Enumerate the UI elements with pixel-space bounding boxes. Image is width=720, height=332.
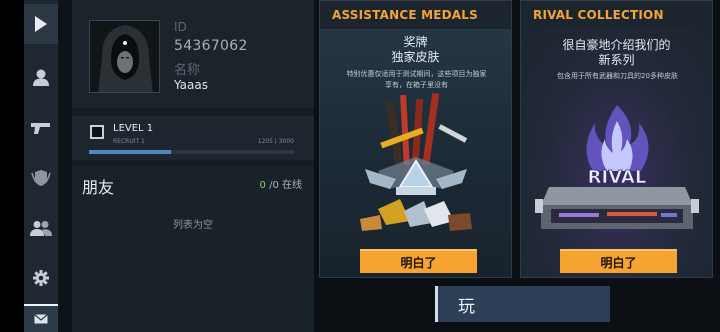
offer-heading-line1: 奖牌 [403, 35, 428, 49]
sidebar-item-play[interactable] [24, 4, 58, 44]
xp-text: 1205 | 3000 [257, 138, 294, 145]
offer-description-line2: 享有，在箱子里没有 [385, 81, 448, 89]
rival-logo-text: RIVAL [588, 167, 647, 188]
offer-card-rival-collection: RIVAL COLLECTION 很自豪地介绍我们的 新系列 包含用于所有武器和… [520, 0, 713, 278]
player-id: 54367062 [174, 38, 248, 54]
purple-flame-illustration [586, 105, 649, 171]
rival-case-artwork: RIVAL [535, 105, 699, 229]
hooded-figure-avatar [90, 21, 159, 92]
friends-icon [30, 221, 52, 236]
offer-heading-line2: 独家皮肤 [391, 50, 440, 64]
weapon-case [535, 187, 699, 229]
avatar[interactable] [89, 20, 160, 93]
profile-icon [33, 69, 49, 86]
sidebar-item-mail[interactable] [24, 304, 58, 332]
profile-panel: ID 54367062 名称 Yaaas LEVEL 1 RECRUIT 1 1… [72, 0, 314, 332]
rank-badge-icon [90, 125, 104, 139]
profile-card: ID 54367062 名称 Yaaas [72, 0, 314, 108]
sidebar-item-profile[interactable] [24, 57, 58, 97]
offer-heading-line2: 新系列 [598, 53, 635, 67]
offer-description-line1: 特别优惠仅适用于测试期间，这些项目为独家 [346, 70, 487, 78]
xp-bar-fill [89, 150, 172, 154]
player-name: Yaaas [174, 78, 208, 92]
sidebar-item-friends[interactable] [24, 208, 58, 248]
medal-stack [360, 199, 472, 231]
sidebar-item-clan[interactable] [24, 158, 58, 198]
play-icon [35, 16, 47, 32]
divider [58, 0, 72, 332]
got-it-button[interactable]: 明白了 [360, 249, 477, 273]
settings-icon [33, 270, 49, 286]
medal-emblem [365, 157, 467, 195]
medal-weapons-artwork [360, 92, 472, 231]
play-button[interactable]: 玩 [435, 286, 610, 322]
name-label: 名称 [174, 63, 201, 78]
level-progress: LEVEL 1 RECRUIT 1 1205 | 3000 [72, 116, 314, 160]
empty-list-text: 列表为空 [173, 220, 213, 231]
offer-header: ASSISTANCE MEDALS [320, 1, 511, 29]
offer-card-assistance-medals: ASSISTANCE MEDALS 奖牌 独家皮肤 特别优惠仅适用于测试期间，这… [319, 0, 512, 278]
xp-bar [89, 150, 294, 154]
id-label: ID [174, 20, 187, 34]
got-it-button[interactable]: 明白了 [560, 249, 677, 273]
offer-title: RIVAL COLLECTION [533, 8, 664, 22]
offer-title: ASSISTANCE MEDALS [332, 8, 478, 22]
friends-title: 朋友 [82, 178, 115, 197]
offer-header: RIVAL COLLECTION [521, 1, 712, 29]
online-total: /0 在线 [265, 180, 302, 191]
sidebar-item-weapons[interactable] [24, 108, 58, 148]
offer-heading-line1: 很自豪地介绍我们的 [562, 38, 671, 52]
clan-emblem-icon [31, 170, 51, 186]
offer-description: 包含用于所有武器和刀具的20多种皮肤 [557, 72, 678, 80]
mail-icon [34, 314, 48, 324]
weapon-icon [31, 123, 50, 134]
friends-section: 朋友 0 /0 在线 列表为空 [72, 166, 314, 332]
left-edge [0, 0, 24, 332]
level-title: LEVEL 1 [113, 123, 154, 134]
sidebar-item-settings[interactable] [24, 258, 58, 298]
online-count: 0 /0 在线 [260, 176, 302, 191]
weapon-skins-illustration [380, 92, 468, 166]
sidebar [24, 0, 58, 332]
rank-name: RECRUIT 1 [113, 138, 145, 145]
